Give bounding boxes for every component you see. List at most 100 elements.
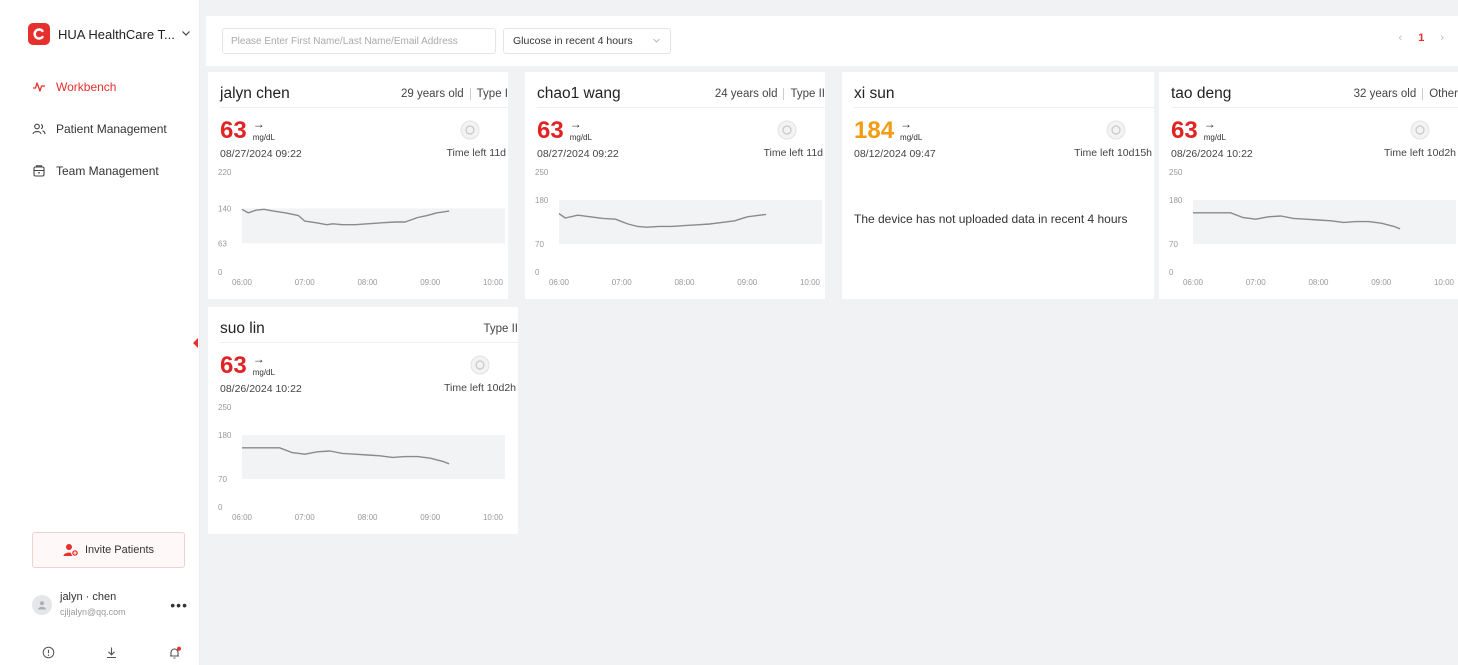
user-email: cjljalyn@qq.com	[60, 607, 126, 617]
reading-datetime: 08/12/2024 09:47	[854, 148, 936, 160]
sensor-icon	[460, 120, 480, 140]
trend-arrow-icon: →	[1203, 117, 1216, 131]
info-icon[interactable]	[42, 646, 55, 660]
sensor-time-left: Time left 10d15h	[1074, 147, 1152, 159]
sensor-icon	[1410, 120, 1430, 140]
patient-card-header: suo lin Type II	[220, 315, 518, 343]
patient-card-header: jalyn chen 29 years old Type I	[220, 80, 508, 108]
search-input[interactable]	[222, 28, 496, 54]
org-switcher[interactable]: HUA HealthCare T...	[28, 22, 191, 46]
org-name: HUA HealthCare T...	[58, 26, 175, 42]
pulse-icon	[33, 82, 45, 92]
x-tick-label: 09:00	[1371, 278, 1392, 287]
patient-card[interactable]: tao deng 32 years old Other 63 → mg/dL 08/26/2…	[1159, 72, 1458, 299]
y-tick-label: 70	[535, 240, 544, 249]
trend-arrow-icon: →	[900, 117, 913, 131]
toolbar: Glucose in recent 4 hours ‹ 1 ›	[206, 16, 1458, 66]
sensor-time-left: Time left 11d	[446, 147, 506, 159]
patient-card-header: chao1 wang 24 years old Type II	[537, 80, 825, 108]
y-tick-label: 70	[1169, 240, 1178, 249]
y-tick-label: 0	[218, 268, 223, 277]
glucose-value: 184	[854, 117, 895, 144]
patient-name: xi sun	[854, 84, 895, 102]
add-user-icon	[63, 544, 79, 557]
target-range-band	[242, 435, 505, 479]
patient-age: 29 years old	[401, 87, 464, 100]
glucose-unit: mg/dL	[252, 133, 275, 142]
patient-meta: 24 years old Type II	[715, 87, 825, 100]
user-name: jalyn · chen	[60, 591, 117, 603]
nav-item-label: Patient Management	[56, 122, 167, 136]
download-icon[interactable]	[105, 646, 118, 660]
meta-divider	[1422, 87, 1424, 100]
glucose-unit-group: → mg/dL	[570, 118, 592, 142]
glucose-chart: 220 140 63 0 06:00 07:00 08:00 09:00 10:00	[218, 168, 505, 287]
no-data-message: The device has not uploaded data in rece…	[854, 212, 1128, 226]
sensor-time-left: Time left 10d2h	[444, 382, 516, 394]
trend-arrow-icon: →	[252, 352, 265, 366]
pagination-page[interactable]: 1	[1418, 32, 1424, 44]
glucose-value: 63	[537, 117, 564, 144]
x-tick-label: 09:00	[420, 513, 441, 522]
meta-divider	[783, 87, 785, 100]
invite-patients-label: Invite Patients	[84, 544, 155, 556]
glucose-unit: mg/dL	[1203, 133, 1226, 142]
x-tick-label: 08:00	[1308, 278, 1329, 287]
patient-name: chao1 wang	[537, 84, 621, 102]
glucose-range-select[interactable]: Glucose in recent 4 hours	[503, 28, 671, 54]
glucose-reading: 63 → mg/dL	[220, 116, 275, 146]
reading-datetime: 08/26/2024 10:22	[220, 383, 302, 395]
patient-name: tao deng	[1171, 84, 1232, 102]
x-tick-label: 10:00	[800, 278, 821, 287]
x-tick-label: 10:00	[1434, 278, 1455, 287]
patient-card[interactable]: suo lin Type II 63 → mg/dL 08/26/2024 10:22 Ti…	[208, 307, 518, 534]
team-icon	[33, 165, 45, 177]
patient-card[interactable]: chao1 wang 24 years old Type II 63 → mg/dL 08/…	[525, 72, 825, 299]
invite-patients-button[interactable]: Invite Patients	[32, 532, 185, 568]
patient-card[interactable]: xi sun 184 → mg/dL 08/12/2024 09:47 Time left…	[842, 72, 1154, 299]
diabetes-type: Other	[1429, 87, 1458, 100]
diabetes-type: Type II	[790, 87, 825, 100]
y-tick-label: 140	[218, 204, 232, 213]
patient-meta: Type II	[483, 323, 518, 335]
trend-arrow-icon: →	[252, 117, 265, 131]
diabetes-type: Type II	[483, 322, 518, 335]
glucose-unit-group: → mg/dL	[1204, 118, 1226, 142]
x-tick-label: 10:00	[483, 278, 504, 287]
pagination-prev[interactable]: ‹	[1399, 32, 1403, 44]
patient-card-header: xi sun	[854, 80, 1154, 108]
patient-card[interactable]: jalyn chen 29 years old Type I 63 → mg/dL 08/2…	[208, 72, 508, 299]
glucose-unit: mg/dL	[569, 133, 592, 142]
glucose-chart: 250 180 70 0 06:00 07:00 08:00 09:00 10:00	[218, 403, 505, 522]
x-tick-label: 06:00	[1183, 278, 1204, 287]
patient-meta: 29 years old Type I	[401, 87, 508, 100]
notification-bell-icon[interactable]	[168, 646, 182, 660]
nav-item-label: Workbench	[56, 80, 117, 94]
nav-item-patient-management[interactable]: Patient Management	[0, 108, 200, 150]
x-tick-label: 08:00	[357, 513, 378, 522]
glucose-unit: mg/dL	[900, 133, 923, 142]
glucose-unit: mg/dL	[252, 368, 275, 377]
chevron-down-icon	[181, 28, 191, 41]
glucose-reading: 63 → mg/dL	[1171, 116, 1226, 146]
more-options-icon[interactable]: •••	[170, 597, 188, 613]
sensor-time-left: Time left 11d	[763, 147, 823, 159]
x-tick-label: 08:00	[357, 278, 378, 287]
current-user: jalyn · chen cjljalyn@qq.com •••	[32, 588, 188, 622]
collapse-sidebar-toggle[interactable]	[193, 338, 198, 348]
nav-item-label: Team Management	[56, 164, 159, 178]
app-logo	[28, 23, 50, 45]
pagination-next[interactable]: ›	[1440, 32, 1444, 44]
sensor-time-left: Time left 10d2h	[1384, 147, 1456, 159]
glucose-reading: 63 → mg/dL	[220, 351, 275, 381]
x-tick-label: 06:00	[549, 278, 570, 287]
x-tick-label: 06:00	[232, 278, 253, 287]
nav-item-workbench[interactable]: Workbench	[0, 66, 200, 108]
nav-item-team-management[interactable]: Team Management	[0, 150, 200, 192]
patient-meta: 32 years old Other	[1354, 87, 1458, 100]
y-tick-label: 180	[218, 431, 232, 440]
y-tick-label: 180	[535, 196, 549, 205]
y-tick-label: 250	[1169, 168, 1183, 177]
y-tick-label: 220	[218, 168, 232, 177]
y-tick-label: 250	[535, 168, 549, 177]
